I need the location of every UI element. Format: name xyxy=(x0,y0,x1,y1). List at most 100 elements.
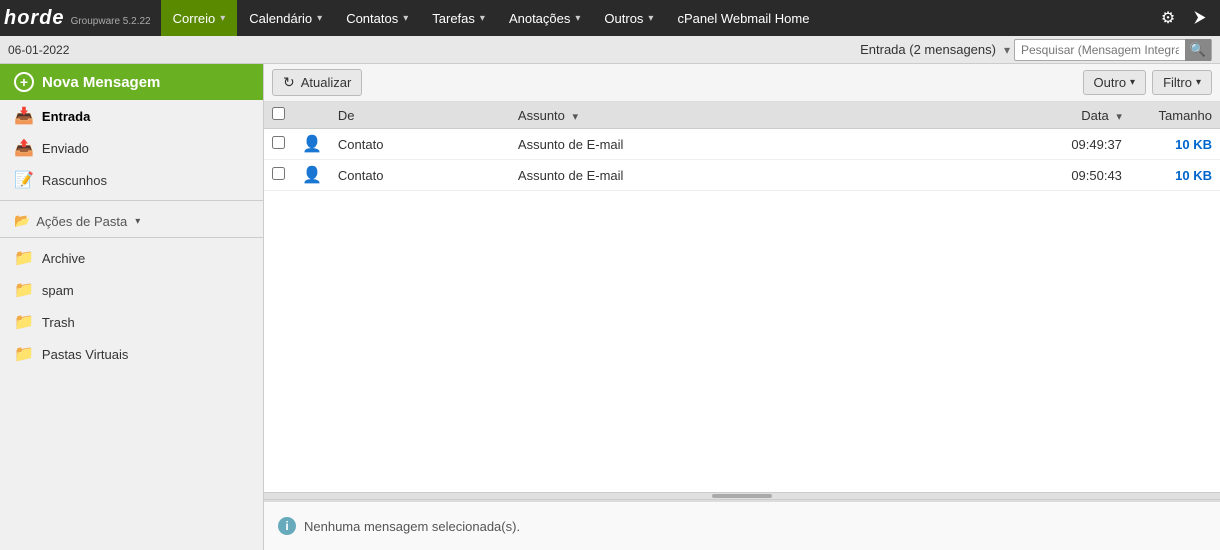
sidebar-divider-2 xyxy=(0,237,263,238)
folder-icon: 📁 xyxy=(14,248,34,268)
chevron-down-icon: ▾ xyxy=(317,13,322,24)
chevron-down-icon: ▾ xyxy=(480,13,485,24)
logo-area: horde Groupware 5.2.22 xyxy=(4,7,151,30)
nav-item-calendario[interactable]: Calendário ▾ xyxy=(237,0,334,36)
nav-item-contatos[interactable]: Contatos ▾ xyxy=(334,0,420,36)
sidebar-item-trash[interactable]: 📁 Trash xyxy=(0,306,263,338)
row-checkbox[interactable] xyxy=(272,167,285,180)
folder-icon: 📁 xyxy=(14,280,34,300)
row-subject[interactable]: Assunto de E-mail xyxy=(510,129,1010,160)
row-avatar: 👤 xyxy=(294,160,330,191)
col-avatar xyxy=(294,102,330,129)
search-dropdown-arrow[interactable]: ▾ xyxy=(1004,43,1010,57)
new-message-button[interactable]: + Nova Mensagem xyxy=(0,64,263,100)
nav-item-outros[interactable]: Outros ▾ xyxy=(592,0,665,36)
scroll-handle xyxy=(712,494,772,498)
chevron-down-icon: ▾ xyxy=(220,13,225,24)
drafts-icon: 📝 xyxy=(14,170,34,190)
table-row[interactable]: 👤 Contato Assunto de E-mail 09:50:43 10 … xyxy=(264,160,1220,191)
search-button[interactable]: 🔍 xyxy=(1185,39,1211,61)
nav-item-cpanel[interactable]: cPanel Webmail Home xyxy=(665,0,821,36)
chevron-down-icon: ▾ xyxy=(135,216,140,227)
col-from[interactable]: De xyxy=(330,102,510,129)
sidebar-item-label: Entrada xyxy=(42,109,90,124)
bottom-panel: i Nenhuma mensagem selecionada(s). xyxy=(264,500,1220,550)
sidebar-item-pastas-virtuais[interactable]: 📁 Pastas Virtuais xyxy=(0,338,263,370)
table-header-row: De Assunto ▾ Data ▾ Tamanho xyxy=(264,102,1220,129)
chevron-down-icon: ▾ xyxy=(403,13,408,24)
row-subject[interactable]: Assunto de E-mail xyxy=(510,160,1010,191)
row-date: 09:50:43 xyxy=(1010,160,1130,191)
content-area: ↻ Atualizar Outro ▾ Filtro ▾ xyxy=(264,64,1220,550)
folder-actions-section[interactable]: 📂 Ações de Pasta ▾ xyxy=(0,205,263,233)
row-check[interactable] xyxy=(264,129,294,160)
col-date[interactable]: Data ▾ xyxy=(1010,102,1130,129)
settings-icon-button[interactable]: ⚙ xyxy=(1152,0,1184,36)
sidebar: + Nova Mensagem 📥 Entrada 📤 Enviado 📝 Ra… xyxy=(0,64,264,550)
chevron-down-icon: ▾ xyxy=(1196,77,1201,88)
sent-icon: 📤 xyxy=(14,138,34,158)
folder-icon: 📁 xyxy=(14,312,34,332)
row-size: 10 KB xyxy=(1130,129,1220,160)
topbar: horde Groupware 5.2.22 Correio ▾ Calendá… xyxy=(0,0,1220,36)
sidebar-divider xyxy=(0,200,263,201)
logout-icon-button[interactable]: ⮞ xyxy=(1184,0,1216,36)
scroll-divider[interactable] xyxy=(264,492,1220,500)
sidebar-item-archive[interactable]: 📁 Archive xyxy=(0,242,263,274)
sidebar-item-enviado[interactable]: 📤 Enviado xyxy=(0,132,263,164)
toolbar: ↻ Atualizar Outro ▾ Filtro ▾ xyxy=(264,64,1220,102)
sidebar-item-label: Enviado xyxy=(42,141,89,156)
logo-horde: horde xyxy=(4,7,65,30)
sidebar-item-entrada[interactable]: 📥 Entrada xyxy=(0,100,263,132)
datebar: 06-01-2022 Entrada (2 mensagens) ▾ 🔍 xyxy=(0,36,1220,64)
person-icon: 👤 xyxy=(302,167,322,184)
no-message-text: Nenhuma mensagem selecionada(s). xyxy=(304,519,520,534)
main-layout: + Nova Mensagem 📥 Entrada 📤 Enviado 📝 Ra… xyxy=(0,64,1220,550)
sidebar-item-label: Rascunhos xyxy=(42,173,107,188)
sidebar-item-label: Archive xyxy=(42,251,85,266)
info-icon: i xyxy=(278,517,296,535)
row-from[interactable]: Contato xyxy=(330,129,510,160)
col-size: Tamanho xyxy=(1130,102,1220,129)
sidebar-item-label: Pastas Virtuais xyxy=(42,347,128,362)
row-from[interactable]: Contato xyxy=(330,160,510,191)
filter-button[interactable]: Filtro ▾ xyxy=(1152,70,1212,95)
folder-actions-label: Ações de Pasta xyxy=(36,214,127,229)
nav-item-correio[interactable]: Correio ▾ xyxy=(161,0,238,36)
sidebar-item-spam[interactable]: 📁 spam xyxy=(0,274,263,306)
table-row[interactable]: 👤 Contato Assunto de E-mail 09:49:37 10 … xyxy=(264,129,1220,160)
select-all-checkbox[interactable] xyxy=(272,107,285,120)
virtual-folder-icon: 📁 xyxy=(14,344,34,364)
sidebar-item-label: Trash xyxy=(42,315,75,330)
filter-label: Filtro xyxy=(1163,75,1192,90)
other-label: Outro xyxy=(1094,75,1127,90)
nav-item-tarefas[interactable]: Tarefas ▾ xyxy=(420,0,497,36)
sort-arrow-icon: ▾ xyxy=(1116,111,1122,123)
sort-arrow-icon: ▾ xyxy=(573,111,579,123)
email-table: De Assunto ▾ Data ▾ Tamanho xyxy=(264,102,1220,191)
search-input[interactable] xyxy=(1015,43,1185,57)
row-date: 09:49:37 xyxy=(1010,129,1130,160)
refresh-icon: ↻ xyxy=(283,74,295,91)
col-check xyxy=(264,102,294,129)
chevron-down-icon: ▾ xyxy=(575,13,580,24)
col-subject[interactable]: Assunto ▾ xyxy=(510,102,1010,129)
row-check[interactable] xyxy=(264,160,294,191)
inbox-icon: 📥 xyxy=(14,106,34,126)
row-checkbox[interactable] xyxy=(272,136,285,149)
current-date: 06-01-2022 xyxy=(8,43,860,57)
other-button[interactable]: Outro ▾ xyxy=(1083,70,1147,95)
email-table-wrap: De Assunto ▾ Data ▾ Tamanho xyxy=(264,102,1220,492)
person-icon: 👤 xyxy=(302,136,322,153)
chevron-down-icon: ▾ xyxy=(1130,77,1135,88)
new-message-label: Nova Mensagem xyxy=(42,74,160,91)
row-avatar: 👤 xyxy=(294,129,330,160)
plus-icon: + xyxy=(14,72,34,92)
inbox-count-label: Entrada (2 mensagens) xyxy=(860,42,996,57)
refresh-button[interactable]: ↻ Atualizar xyxy=(272,69,362,96)
search-box: 🔍 xyxy=(1014,39,1212,61)
sidebar-item-rascunhos[interactable]: 📝 Rascunhos xyxy=(0,164,263,196)
sidebar-item-label: spam xyxy=(42,283,74,298)
nav-item-anotacoes[interactable]: Anotações ▾ xyxy=(497,0,592,36)
folder-actions-icon: 📂 xyxy=(14,213,30,229)
